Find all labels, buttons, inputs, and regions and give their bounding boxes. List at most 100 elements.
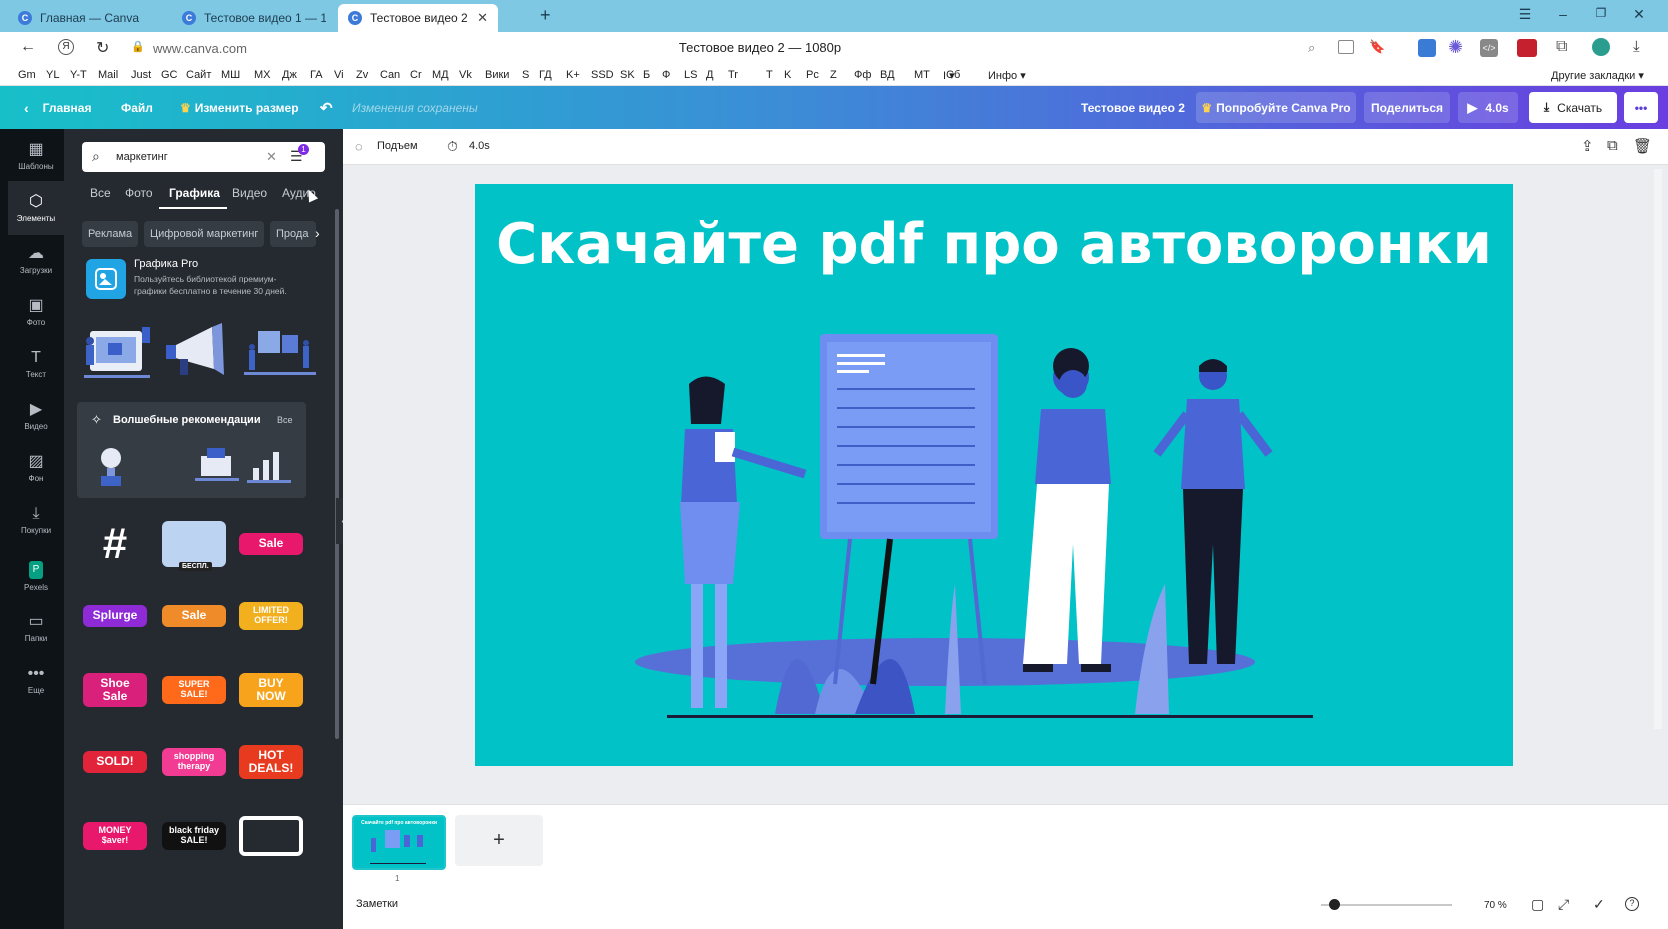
bookmark-item[interactable]: T bbox=[766, 69, 773, 81]
bookmark-item[interactable]: K+ bbox=[566, 69, 580, 81]
browser-tab-active[interactable]: C Тестовое видео 2 — 10 ✕ bbox=[338, 4, 498, 32]
sidebar-item-more[interactable]: ••• Еще bbox=[8, 653, 64, 707]
sticker-item[interactable]: # bbox=[80, 513, 150, 575]
bookmark-item[interactable]: Вики bbox=[485, 69, 509, 81]
extension-icon[interactable]: ✺ bbox=[1448, 37, 1463, 58]
zoom-lens-icon[interactable]: ⌕ bbox=[1308, 40, 1315, 56]
bookmark-item[interactable]: K bbox=[784, 69, 791, 81]
zoom-level[interactable]: 70 % bbox=[1484, 900, 1507, 911]
animation-icon[interactable]: ◌ bbox=[355, 139, 363, 154]
bookmark-item[interactable]: Tr bbox=[728, 69, 738, 81]
bookmark-item[interactable]: YL bbox=[46, 69, 59, 81]
chart-illustration[interactable] bbox=[245, 442, 295, 490]
bookmark-item[interactable]: Б bbox=[643, 69, 650, 81]
bookmark-item[interactable]: Just bbox=[131, 69, 151, 81]
bookmark-item[interactable]: GC bbox=[161, 69, 178, 81]
bookmark-item[interactable]: I ▾ bbox=[943, 69, 955, 82]
megaphone-illustration[interactable] bbox=[162, 317, 234, 387]
sticker-item[interactable]: Sale bbox=[236, 513, 306, 575]
bookmark-item[interactable]: Pc bbox=[806, 69, 819, 81]
zoom-slider[interactable] bbox=[1321, 904, 1452, 906]
pro-promo[interactable]: Графика Pro Пользуйтесь библиотекой прем… bbox=[82, 255, 325, 305]
try-pro-button[interactable]: ♛ Попробуйте Canva Pro bbox=[1196, 92, 1356, 123]
bookmark-item[interactable]: Vk bbox=[459, 69, 472, 81]
add-page-button[interactable]: + bbox=[455, 815, 543, 866]
play-button[interactable]: ▶ 4.0s bbox=[1458, 92, 1518, 123]
sidebar-item-elements[interactable]: ⬡ Элементы bbox=[8, 181, 64, 235]
delete-page-icon[interactable]: 🗑 bbox=[1633, 137, 1652, 155]
restore-icon[interactable]: ❐ bbox=[1591, 6, 1611, 20]
design-title[interactable]: Тестовое видео 2 bbox=[1081, 86, 1185, 129]
sidebar-item-background[interactable]: ▨ Фон bbox=[8, 441, 64, 495]
bookmark-item[interactable]: S bbox=[522, 69, 529, 81]
sticker-item[interactable]: black friday SALE! bbox=[159, 805, 229, 867]
sidebar-item-photos[interactable]: ▣ Фото bbox=[8, 285, 64, 339]
bookmark-item[interactable]: МД bbox=[432, 69, 449, 81]
chip-digital-marketing[interactable]: Цифровой маркетинг bbox=[144, 221, 265, 247]
sticker-item[interactable]: HOT DEALS! bbox=[236, 731, 306, 793]
bookmark-item[interactable]: Ф bbox=[662, 69, 670, 81]
download-button[interactable]: ⤓ Скачать bbox=[1529, 92, 1617, 123]
sidebar-item-video[interactable]: ▶ Видео bbox=[8, 389, 64, 443]
devtools-icon[interactable]: </> bbox=[1480, 39, 1498, 57]
sticker-item[interactable]: LIMITED OFFER! bbox=[236, 585, 306, 647]
sticker-item[interactable]: MONEY $aver! bbox=[80, 805, 150, 867]
bookmark-item[interactable]: ГД bbox=[539, 69, 552, 81]
animation-button[interactable]: Подъем bbox=[377, 140, 418, 152]
tab-all[interactable]: Все bbox=[90, 186, 111, 200]
check-icon[interactable]: ✓ bbox=[1593, 896, 1605, 913]
duration-button[interactable]: 4.0s bbox=[469, 140, 490, 152]
bookmark-item[interactable]: Y-T bbox=[70, 69, 87, 81]
sticker-item[interactable]: Splurge bbox=[80, 585, 150, 647]
sidebar-item-text[interactable]: T Текст bbox=[8, 337, 64, 391]
bookmark-item[interactable]: МШ bbox=[221, 69, 240, 81]
downloads-icon[interactable]: ⤓ bbox=[1633, 38, 1640, 55]
sidebar-item-folders[interactable]: ▭ Папки bbox=[8, 601, 64, 655]
marketing-illustration[interactable] bbox=[82, 317, 154, 387]
presentation-illustration[interactable] bbox=[475, 184, 1513, 766]
clear-search-icon[interactable]: ✕ bbox=[266, 149, 277, 165]
close-tab-icon[interactable]: ✕ bbox=[477, 10, 488, 26]
tab-graphics[interactable]: Графика bbox=[169, 186, 220, 200]
tab-video[interactable]: Видео bbox=[232, 186, 267, 200]
resize-button[interactable]: ♛ Изменить размер bbox=[180, 86, 299, 129]
duplicate-page-icon[interactable]: ⧉ bbox=[1607, 137, 1618, 154]
sidebar-item-templates[interactable]: ▦ Шаблоны bbox=[8, 129, 64, 183]
url-field[interactable]: www.canva.com bbox=[153, 41, 247, 56]
search-input[interactable]: маркетинг bbox=[116, 151, 168, 163]
bookmark-item[interactable]: Zv bbox=[356, 69, 368, 81]
bookmark-item[interactable]: Дж bbox=[282, 69, 297, 81]
tab-photo[interactable]: Фото bbox=[125, 186, 153, 200]
undo-icon[interactable]: ↶ bbox=[320, 86, 333, 129]
bookmark-item[interactable]: LS bbox=[684, 69, 697, 81]
bookmark-item[interactable]: MX bbox=[254, 69, 271, 81]
minimize-icon[interactable]: – bbox=[1553, 6, 1573, 22]
fullscreen-icon[interactable]: ⤢ bbox=[1558, 896, 1569, 913]
collections-icon[interactable]: ⧉ bbox=[1556, 38, 1567, 56]
extension-icon[interactable] bbox=[1418, 39, 1436, 57]
tabs-menu-icon[interactable]: ☰ bbox=[1515, 6, 1535, 23]
add-page-icon[interactable]: ⇪ bbox=[1581, 137, 1594, 155]
sticker-item[interactable]: SOLD! bbox=[80, 731, 150, 793]
bookmark-item[interactable]: Can bbox=[380, 69, 400, 81]
back-icon[interactable]: ← bbox=[20, 38, 36, 56]
printer-illustration[interactable] bbox=[193, 442, 243, 490]
panel-scrollbar[interactable] bbox=[335, 209, 339, 739]
notes-button[interactable]: Заметки bbox=[356, 898, 398, 910]
yandex-icon[interactable]: Я bbox=[58, 39, 74, 55]
bookmark-item[interactable]: ВД bbox=[880, 69, 895, 81]
new-tab-button[interactable]: + bbox=[540, 5, 551, 26]
bookmark-item[interactable]: Фф bbox=[854, 69, 871, 81]
more-options-button[interactable]: ••• bbox=[1624, 92, 1658, 123]
file-menu-button[interactable]: Файл bbox=[121, 86, 153, 129]
browser-tab[interactable]: C Главная — Canva bbox=[8, 4, 168, 32]
sticker-item[interactable]: shopping therapy bbox=[159, 731, 229, 793]
design-canvas[interactable]: Скачайте pdf про автоворонки bbox=[475, 184, 1513, 766]
bookmark-item[interactable]: Mail bbox=[98, 69, 118, 81]
sticker-item[interactable] bbox=[236, 805, 306, 867]
bookmark-item[interactable]: Инфо ▾ bbox=[988, 69, 1026, 82]
browser-tab[interactable]: C Тестовое видео 1 — 1080 bbox=[172, 4, 336, 32]
sidebar-item-pexels[interactable]: P Pexels bbox=[8, 549, 64, 603]
page-grid-icon[interactable]: ▢ bbox=[1531, 896, 1544, 913]
sticker-item[interactable]: Sale bbox=[159, 585, 229, 647]
